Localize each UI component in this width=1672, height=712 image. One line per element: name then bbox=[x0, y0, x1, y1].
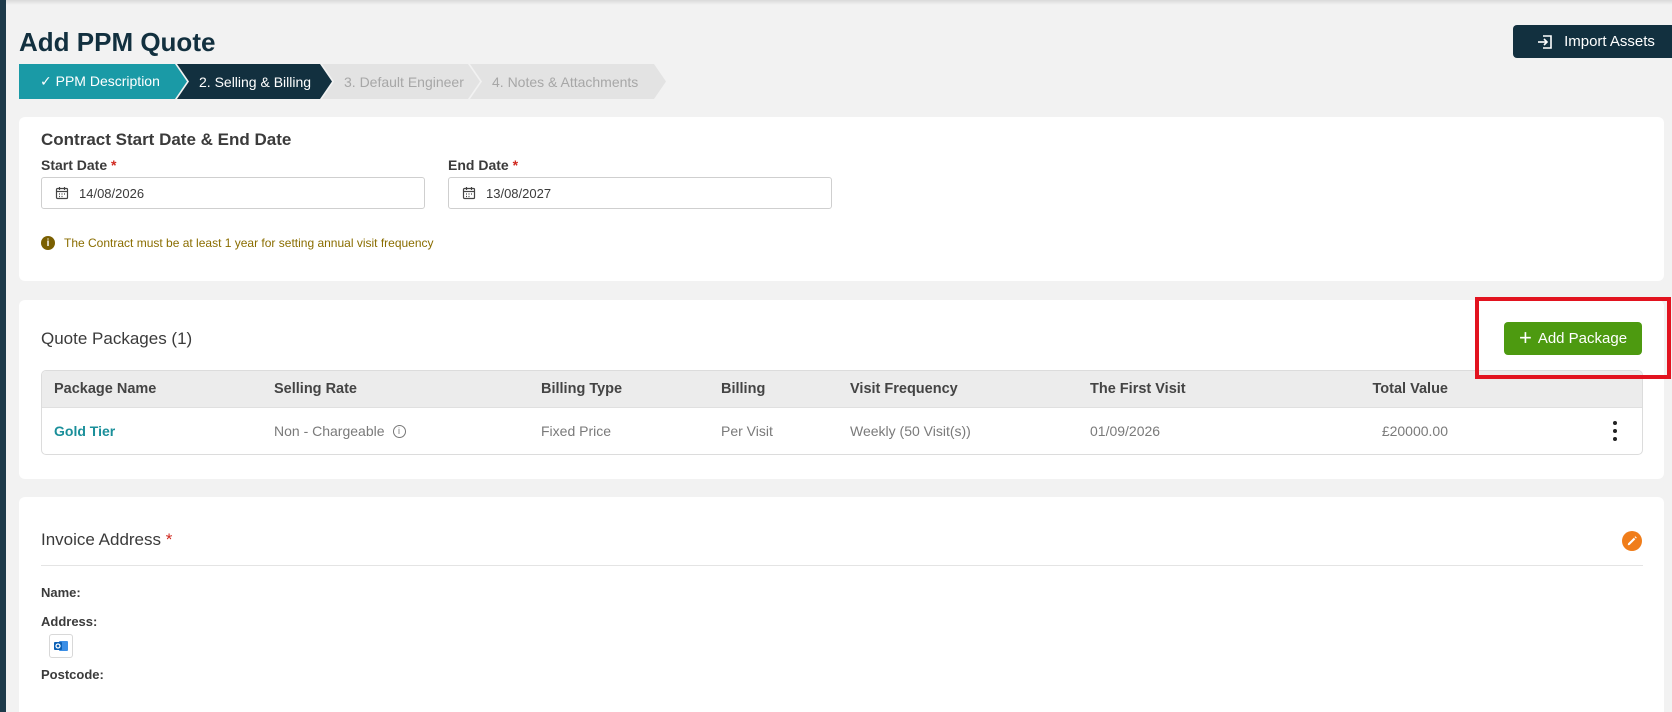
col-first-visit: The First Visit bbox=[1090, 381, 1186, 397]
info-circle-icon[interactable]: i bbox=[392, 424, 406, 438]
import-assets-label: Import Assets bbox=[1564, 33, 1655, 50]
step-ppm-description[interactable]: ✓ PPM Description bbox=[19, 64, 187, 99]
end-date-value: 13/08/2027 bbox=[486, 185, 552, 201]
table-header: Package Name Selling Rate Billing Type B… bbox=[42, 371, 1642, 408]
visit-frequency-cell: Weekly (50 Visit(s)) bbox=[850, 423, 971, 439]
quote-packages-title: Quote Packages (1) bbox=[41, 329, 193, 348]
step-label: 4. Notes & Attachments bbox=[492, 73, 639, 90]
step-default-engineer[interactable]: 3. Default Engineer bbox=[322, 64, 480, 99]
left-rail bbox=[0, 0, 6, 712]
selling-rate-cell: Non - Chargeable i bbox=[274, 408, 406, 454]
billing-cell: Per Visit bbox=[721, 423, 773, 439]
package-name-link[interactable]: Gold Tier bbox=[54, 408, 115, 454]
invoice-address-title-text: Invoice Address bbox=[41, 530, 162, 549]
start-date-label-text: Start Date bbox=[41, 157, 108, 173]
step-label: 3. Default Engineer bbox=[344, 73, 464, 90]
col-visit-frequency: Visit Frequency bbox=[850, 381, 958, 397]
contract-notice-text: The Contract must be at least 1 year for… bbox=[64, 236, 434, 250]
contract-section-title: Contract Start Date & End Date bbox=[41, 130, 292, 149]
row-actions-kebab-icon[interactable] bbox=[1612, 421, 1618, 441]
invoice-address-title: Invoice Address * bbox=[41, 530, 172, 550]
quote-packages-card: Quote Packages (1) + Add Package Package… bbox=[19, 300, 1664, 479]
step-label: 2. Selling & Billing bbox=[199, 73, 312, 90]
billing-type-cell: Fixed Price bbox=[541, 423, 612, 439]
required-mark: * bbox=[165, 530, 173, 549]
required-mark: * bbox=[512, 157, 519, 173]
top-shadow bbox=[6, 0, 1672, 5]
end-date-label: End Date * bbox=[448, 157, 518, 173]
end-date-input[interactable]: 13/08/2027 bbox=[448, 177, 832, 209]
start-date-input[interactable]: 14/08/2026 bbox=[41, 177, 425, 209]
selling-rate-value: Non - Chargeable bbox=[274, 423, 385, 439]
name-label: Name: bbox=[41, 585, 81, 600]
pencil-icon bbox=[1627, 536, 1637, 546]
start-date-label: Start Date * bbox=[41, 157, 116, 173]
first-visit-cell: 01/09/2026 bbox=[1090, 423, 1161, 439]
wizard-stepper: ✓ PPM Description 2. Selling & Billing 3… bbox=[19, 64, 656, 99]
contract-dates-card: Contract Start Date & End Date Start Dat… bbox=[19, 117, 1664, 281]
col-selling-rate: Selling Rate bbox=[274, 381, 357, 397]
highlight-annotation bbox=[1475, 297, 1671, 379]
import-assets-button[interactable]: Import Assets bbox=[1513, 25, 1672, 58]
col-billing: Billing bbox=[721, 381, 766, 397]
address-label: Address: bbox=[41, 614, 98, 629]
col-total-value: Total Value bbox=[1372, 381, 1448, 397]
info-icon: i bbox=[41, 236, 55, 250]
step-selling-billing[interactable]: 2. Selling & Billing bbox=[177, 64, 332, 99]
outlook-icon[interactable] bbox=[49, 634, 73, 658]
edit-invoice-address-button[interactable] bbox=[1622, 531, 1642, 551]
invoice-address-card: Invoice Address * Name: Address: Postcod… bbox=[19, 497, 1664, 712]
packages-table: Package Name Selling Rate Billing Type B… bbox=[41, 370, 1643, 455]
divider bbox=[41, 565, 1643, 566]
page-title: Add PPM Quote bbox=[19, 27, 216, 57]
total-value-cell: £20000.00 bbox=[1381, 423, 1448, 439]
step-label: ✓ PPM Description bbox=[40, 73, 160, 89]
required-mark: * bbox=[111, 157, 117, 173]
calendar-icon bbox=[55, 187, 69, 200]
import-icon bbox=[1538, 34, 1552, 49]
table-row: Gold Tier Non - Chargeable i Fixed Price… bbox=[42, 408, 1642, 454]
calendar-icon bbox=[462, 187, 476, 200]
col-package-name: Package Name bbox=[54, 381, 157, 397]
end-date-label-text: End Date bbox=[448, 157, 509, 173]
step-notes-attachments[interactable]: 4. Notes & Attachments bbox=[470, 64, 666, 99]
contract-notice: i The Contract must be at least 1 year f… bbox=[41, 236, 434, 250]
start-date-value: 14/08/2026 bbox=[79, 185, 145, 201]
postcode-label: Postcode: bbox=[41, 667, 104, 682]
col-billing-type: Billing Type bbox=[541, 381, 623, 397]
